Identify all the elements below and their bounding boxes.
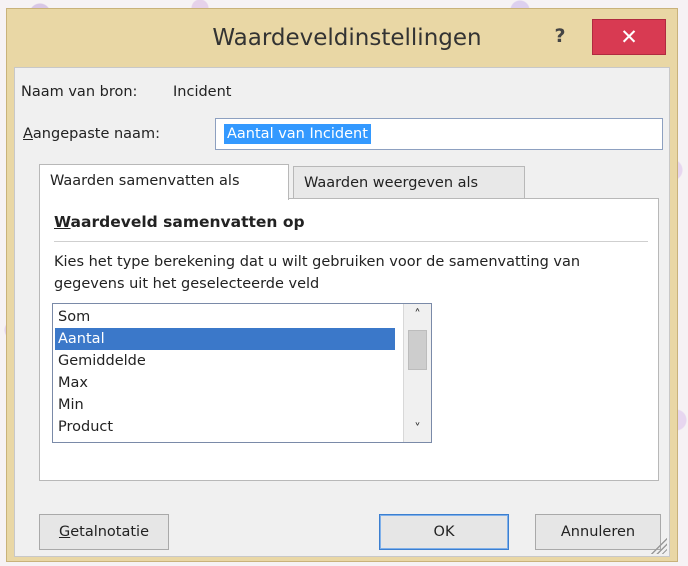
summarize-description: Kies het type berekening dat u wilt gebr… [54, 254, 581, 292]
tab-summarize-values[interactable]: Waarden samenvatten als [39, 164, 289, 200]
custom-name-label-rest: angepaste naam: [32, 126, 160, 142]
heading-divider [54, 241, 648, 242]
source-name-value: Incident [173, 84, 232, 100]
title-bar[interactable]: Waardeveldinstellingen ? ✕ [7, 9, 677, 65]
close-button[interactable]: ✕ [592, 19, 666, 55]
custom-name-label: Aangepaste naam: [23, 126, 160, 142]
dialog-title: Waardeveldinstellingen [212, 25, 482, 51]
custom-name-accel: A [23, 126, 33, 142]
list-item-max[interactable]: Max [55, 372, 395, 394]
number-format-button[interactable]: Getalnotatie [39, 514, 169, 550]
chevron-down-icon[interactable]: ˅ [404, 420, 431, 440]
summarize-heading-accel: W [54, 213, 71, 231]
list-item-gemiddelde[interactable]: Gemiddelde [55, 350, 395, 372]
scrollbar-thumb[interactable] [408, 330, 427, 370]
tab-show-values-as[interactable]: Waarden weergeven als [293, 166, 525, 200]
list-item-aantal[interactable]: Aantal [55, 328, 395, 350]
cancel-button[interactable]: Annuleren [535, 514, 661, 550]
value-field-settings-dialog: Waardeveldinstellingen ? ✕ Naam van bron… [6, 8, 678, 562]
summarize-heading: Waardeveld samenvatten op [54, 213, 305, 231]
chevron-up-icon[interactable]: ˄ [404, 306, 431, 326]
number-format-accel: G [58, 524, 71, 540]
calculation-type-listbox[interactable]: Som Aantal Gemiddelde Max Min Product ˄ … [52, 303, 432, 443]
number-format-label-rest: etalnotatie [70, 524, 150, 540]
list-item-som[interactable]: Som [55, 306, 395, 328]
list-item-min[interactable]: Min [55, 394, 395, 416]
dialog-body: Naam van bron: Incident Aangepaste naam:… [14, 67, 670, 557]
resize-grip-icon[interactable] [649, 536, 667, 554]
tab-panel-summarize: Waardeveld samenvatten op Kies het type … [39, 198, 659, 481]
custom-name-input[interactable]: Aantal van Incident [215, 118, 663, 150]
source-name-label: Naam van bron: [21, 84, 138, 100]
listbox-scrollbar[interactable]: ˄ ˅ [403, 304, 431, 442]
list-item-product[interactable]: Product [55, 416, 395, 438]
ok-button[interactable]: OK [379, 514, 509, 550]
custom-name-input-value: Aantal van Incident [224, 124, 371, 144]
help-button[interactable]: ? [548, 23, 572, 49]
summarize-heading-rest: aardeveld samenvatten op [70, 213, 305, 231]
